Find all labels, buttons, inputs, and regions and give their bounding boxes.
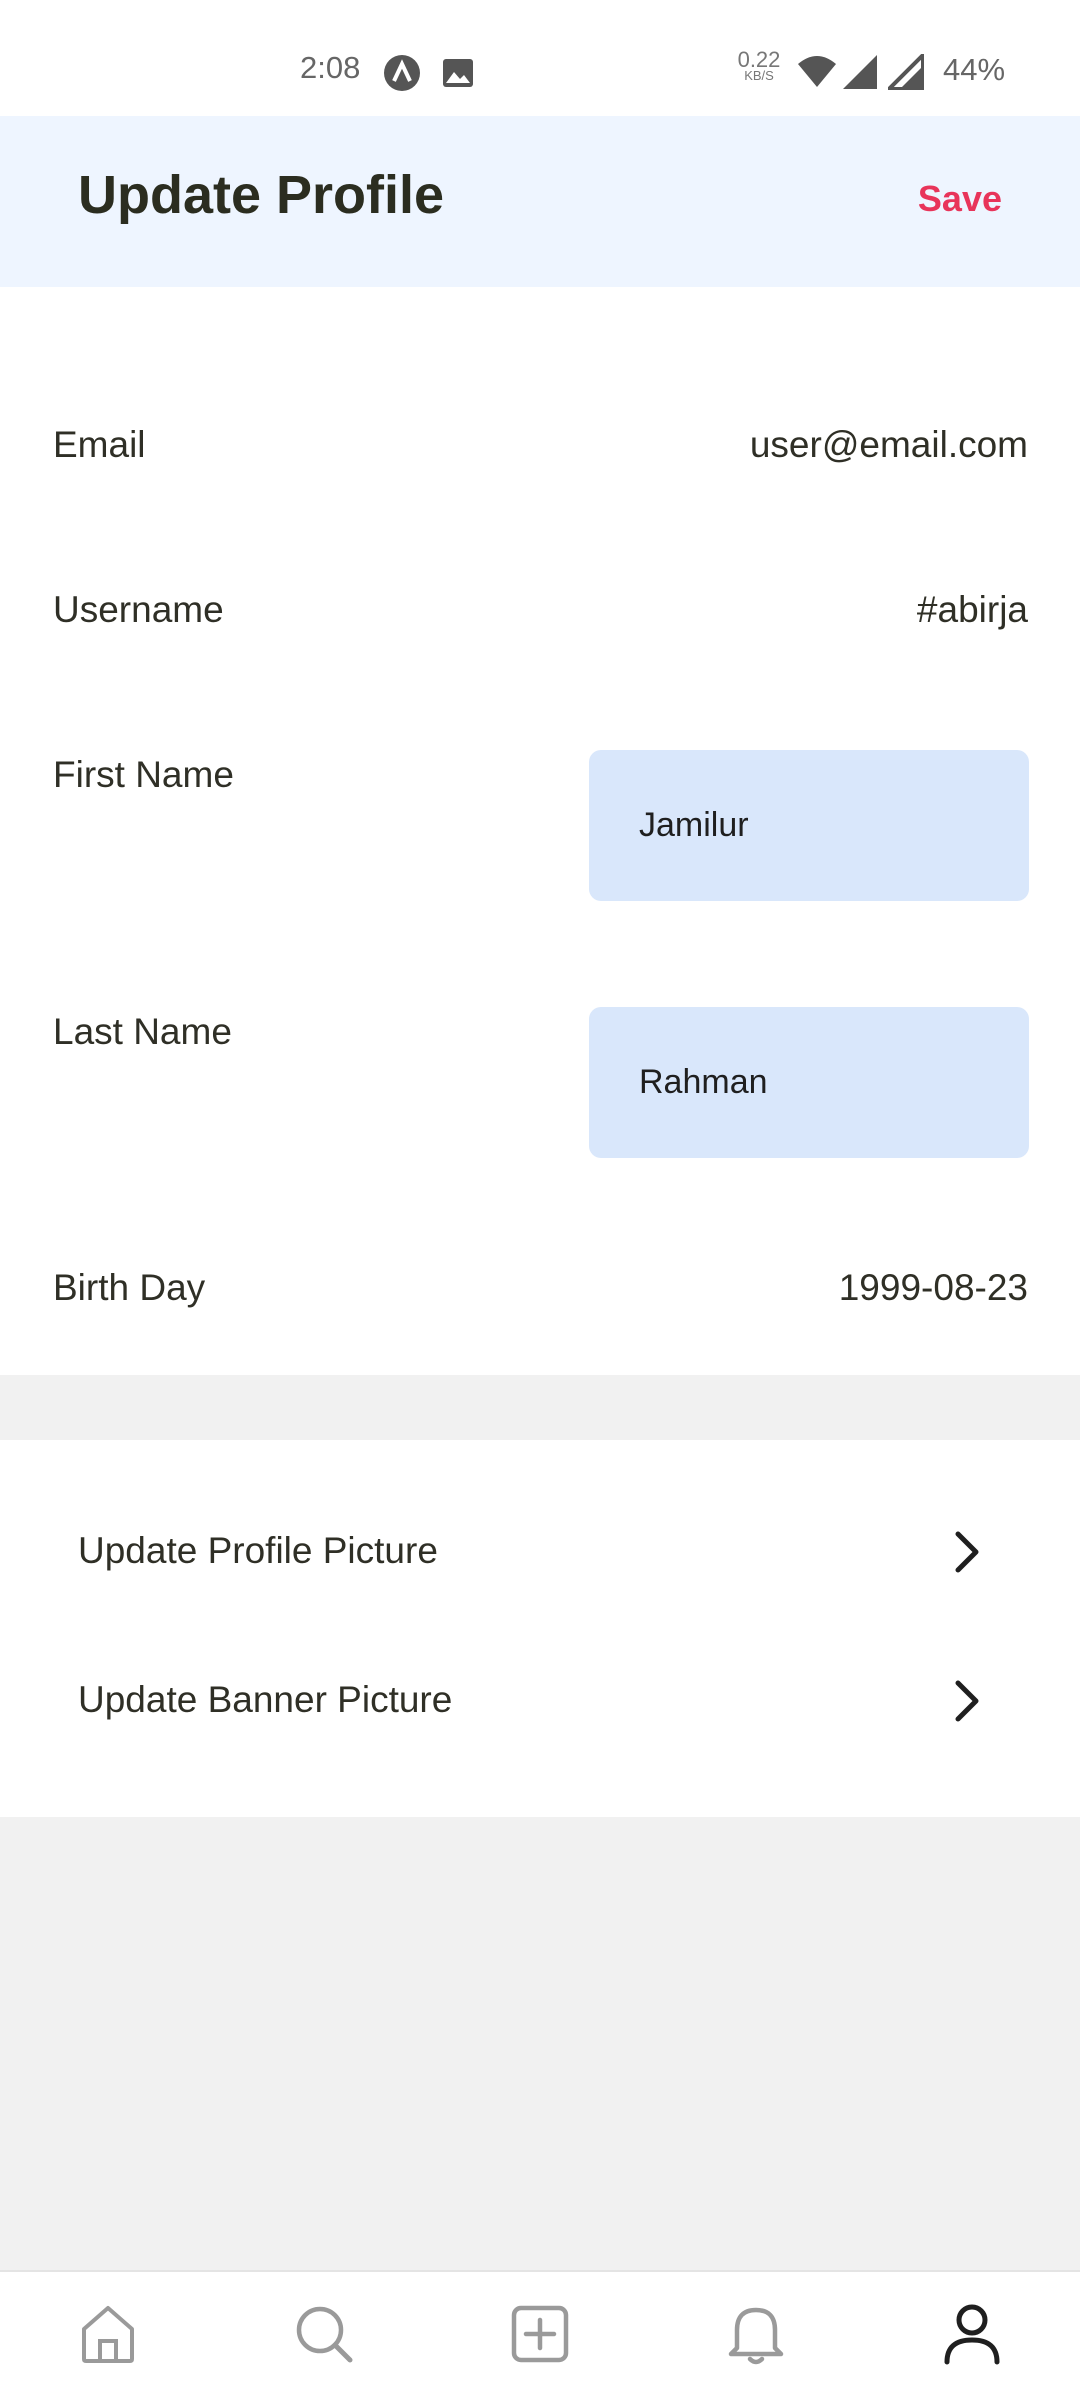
- signal-icon: [842, 54, 878, 95]
- first-name-field[interactable]: [589, 750, 1029, 901]
- last-name-field[interactable]: [589, 1007, 1029, 1158]
- link-label: Update Banner Picture: [78, 1679, 453, 1720]
- status-time: 2:08: [300, 50, 361, 85]
- app-notification-icon: [383, 54, 421, 97]
- app-header: Update Profile Save: [0, 116, 1080, 287]
- last-name-label: Last Name: [53, 1011, 232, 1052]
- email-label: Email: [53, 424, 146, 465]
- bell-icon: [727, 2302, 785, 2371]
- wifi-icon: [797, 54, 837, 93]
- network-speed: 0.22 KB/S: [737, 47, 781, 84]
- birth-day-label: Birth Day: [53, 1267, 206, 1308]
- chevron-right-icon: [950, 1677, 986, 1730]
- nav-notifications[interactable]: [718, 2298, 794, 2374]
- nav-home[interactable]: [70, 2298, 146, 2374]
- add-icon: [511, 2305, 569, 2368]
- chevron-right-icon: [950, 1528, 986, 1581]
- signal-icon: [884, 50, 925, 95]
- username-label: Username: [53, 589, 224, 630]
- page-title: Update Profile: [78, 165, 445, 225]
- picture-links: Update Profile Picture Update Banner Pic…: [0, 1440, 1080, 1817]
- profile-form: Email user@email.com Username #abirja Fi…: [0, 287, 1080, 1375]
- nav-profile[interactable]: [934, 2298, 1010, 2374]
- status-bar: 2:08 0.22 KB/S 44%: [0, 0, 1080, 116]
- birth-day-value[interactable]: 1999-08-23: [839, 1267, 1028, 1309]
- save-button[interactable]: Save: [918, 178, 1002, 220]
- battery-level: 44%: [943, 52, 1006, 87]
- nav-search[interactable]: [286, 2298, 362, 2374]
- profile-icon: [942, 2302, 1002, 2371]
- first-name-label: First Name: [53, 754, 234, 795]
- update-profile-picture-link[interactable]: Update Profile Picture: [0, 1492, 1080, 1612]
- search-icon: [294, 2304, 354, 2369]
- bottom-navigation: [0, 2270, 1080, 2400]
- link-label: Update Profile Picture: [78, 1530, 438, 1571]
- image-notification-icon: [442, 58, 474, 93]
- nav-add[interactable]: [502, 2298, 578, 2374]
- update-banner-picture-link[interactable]: Update Banner Picture: [0, 1641, 1080, 1761]
- email-value: user@email.com: [749, 424, 1028, 465]
- home-icon: [78, 2303, 138, 2370]
- username-value: #abirja: [916, 589, 1028, 630]
